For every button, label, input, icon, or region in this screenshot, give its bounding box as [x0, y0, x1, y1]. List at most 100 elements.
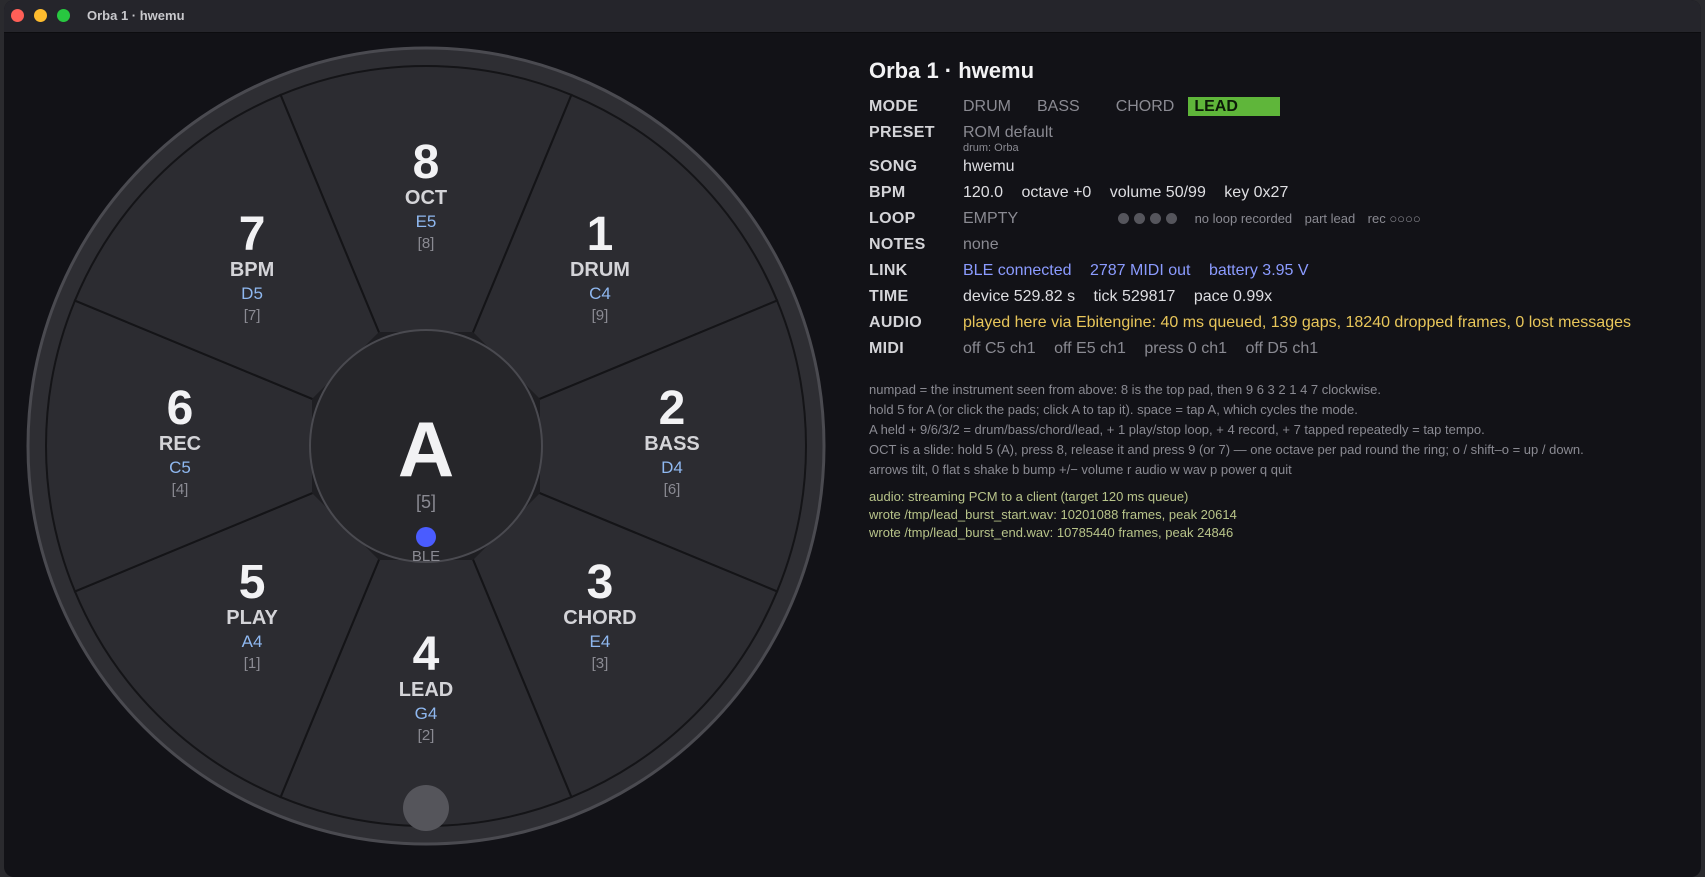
minimize-button[interactable]: [34, 9, 47, 22]
log-line: wrote /tmp/lead_burst_start.wav: 1020108…: [869, 507, 1237, 522]
pad-key: [7]: [244, 307, 261, 324]
pad-name: CHORD: [563, 607, 636, 629]
preset-value: ROM default: [963, 124, 1053, 141]
pad-note: C5: [169, 458, 191, 477]
pad-key: [6]: [664, 481, 681, 498]
loop-values: EMPTY no loop recorded part lead rec ○○○…: [963, 210, 1421, 228]
link-values: BLE connected 2787 MIDI out battery 3.95…: [963, 262, 1309, 280]
pad-name: LEAD: [399, 679, 453, 701]
preset-sub: drum: Orba: [963, 142, 1019, 154]
orba-instrument: 8OCT E5 [8] 1DRUM C4 [9] 2BASS D4 [6] 3CHORD E4 [3]…: [26, 46, 826, 846]
notes-value: none: [963, 236, 999, 253]
link-label: LINK: [869, 262, 908, 279]
mode-bass[interactable]: BASS: [1037, 98, 1080, 115]
midi-events: off C5 ch1 off E5 ch1 press 0 ch1 off D5…: [963, 340, 1318, 358]
help-line: hold 5 for A (or click the pads; click A…: [869, 402, 1358, 417]
log-line: audio: streaming PCM to a client (target…: [869, 489, 1189, 504]
center-letter: A: [398, 405, 454, 493]
pad-num: 8: [413, 136, 440, 189]
audio-status: played here via Ebitengine: 40 ms queued…: [963, 314, 1631, 331]
pad-note: E5: [416, 212, 437, 231]
mode-row: MODE DRUM BASS CHORD LEAD: [869, 97, 1689, 124]
log-output: audio: streaming PCM to a client (target…: [869, 488, 1689, 542]
pad-key: [1]: [244, 655, 261, 672]
midi-row: MIDI off C5 ch1 off E5 ch1 press 0 ch1 o…: [869, 340, 1689, 366]
close-button[interactable]: [11, 9, 24, 22]
pad-num: 7: [239, 208, 266, 261]
song-value: hwemu: [963, 158, 1015, 175]
pad-num: 4: [413, 628, 440, 681]
title-bar[interactable]: Orba 1 · hwemu: [4, 0, 1701, 33]
center-key: [5]: [416, 492, 436, 512]
pad-key: [8]: [418, 235, 435, 252]
battery-level: battery 3.95 V: [1208, 262, 1309, 279]
mode-label: MODE: [869, 98, 919, 115]
pad-name: BPM: [230, 259, 274, 281]
mode-selector: DRUM BASS CHORD LEAD: [963, 97, 1306, 116]
midi-out-count: 2787 MIDI out: [1089, 262, 1191, 279]
notes-row: NOTES none: [869, 236, 1689, 262]
loop-desc: no loop recorded: [1194, 211, 1293, 226]
pad-note: D5: [241, 284, 263, 303]
pad-note: D4: [661, 458, 683, 477]
pad-key: [9]: [592, 307, 609, 324]
pad-num: 5: [239, 556, 266, 609]
pad-name: OCT: [405, 187, 447, 209]
help-text: numpad = the instrument seen from above:…: [869, 380, 1689, 480]
log-line: wrote /tmp/lead_burst_end.wav: 10785440 …: [869, 525, 1234, 540]
touch-indicator: [403, 785, 449, 831]
loop-slot-1: [1118, 213, 1130, 225]
device-title: Orba 1 · hwemu: [869, 58, 1035, 83]
midi-event: off E5 ch1: [1054, 340, 1126, 357]
time-values: device 529.82 s tick 529817 pace 0.99x: [963, 288, 1272, 306]
bpm-row: BPM 120.0 octave +0 volume 50/99 key 0x2…: [869, 184, 1689, 210]
midi-event: off C5 ch1: [963, 340, 1036, 357]
pad-key: [2]: [418, 727, 435, 744]
mode-lead[interactable]: LEAD: [1188, 97, 1280, 116]
song-row: SONG hwemu: [869, 158, 1689, 184]
time-label: TIME: [869, 288, 909, 305]
ble-status: BLE: [412, 548, 440, 565]
window-title: Orba 1 · hwemu: [87, 8, 185, 23]
audio-row: AUDIO played here via Ebitengine: 40 ms …: [869, 314, 1689, 340]
audio-label: AUDIO: [869, 314, 923, 331]
pad-name: DRUM: [570, 259, 630, 281]
pad-name: PLAY: [226, 607, 278, 629]
tempo-value: 120.0: [963, 184, 1004, 201]
key-value: key 0x27: [1224, 184, 1289, 201]
preset-row: PRESET ROM default drum: Orba: [869, 124, 1689, 154]
zoom-button[interactable]: [57, 9, 70, 22]
pad-note: E4: [590, 632, 611, 651]
preset-label: PRESET: [869, 124, 935, 141]
midi-label: MIDI: [869, 340, 904, 357]
help-line: OCT is a slide: hold 5 (A), press 8, rel…: [869, 442, 1584, 457]
help-line: arrows tilt, 0 flat s shake b bump +/− v…: [869, 462, 1292, 477]
link-row: LINK BLE connected 2787 MIDI out battery…: [869, 262, 1689, 288]
pace-value: pace 0.99x: [1193, 288, 1273, 305]
help-line: A held + 9/6/3/2 = drum/bass/chord/lead,…: [869, 422, 1485, 437]
loop-part: part lead: [1304, 211, 1356, 226]
loop-rec: rec ○○○○: [1367, 211, 1421, 226]
loop-slot-4: [1166, 213, 1178, 225]
pad-note: C4: [589, 284, 611, 303]
pad-name: REC: [159, 433, 201, 455]
mode-chord[interactable]: CHORD: [1116, 98, 1175, 115]
loop-slot-3: [1150, 213, 1162, 225]
song-label: SONG: [869, 158, 918, 175]
pad-num: 1: [587, 208, 614, 261]
mode-drum[interactable]: DRUM: [963, 98, 1011, 115]
app-window: Orba 1 · hwemu 8 OCT E5 [8] 1 DRUM C4 [9] 2 BASS D…: [4, 0, 1701, 877]
loop-row: LOOP EMPTY no loop recorded part lead re…: [869, 210, 1689, 236]
pad-note: G4: [415, 704, 438, 723]
pad-num: 2: [659, 382, 686, 435]
info-panel: Orba 1 · hwemu MODE DRUM BASS CHORD LEAD PR…: [869, 58, 1689, 542]
tick-count: tick 529817: [1093, 288, 1176, 305]
midi-event: off D5 ch1: [1245, 340, 1319, 357]
time-row: TIME device 529.82 s tick 529817 pace 0.…: [869, 288, 1689, 314]
loop-state: EMPTY: [963, 210, 1019, 227]
loop-slot-2: [1134, 213, 1146, 225]
ble-connection: BLE connected: [963, 262, 1072, 279]
midi-event: press 0 ch1: [1144, 340, 1228, 357]
pad-key: [4]: [172, 481, 189, 498]
pad-num: 3: [587, 556, 614, 609]
